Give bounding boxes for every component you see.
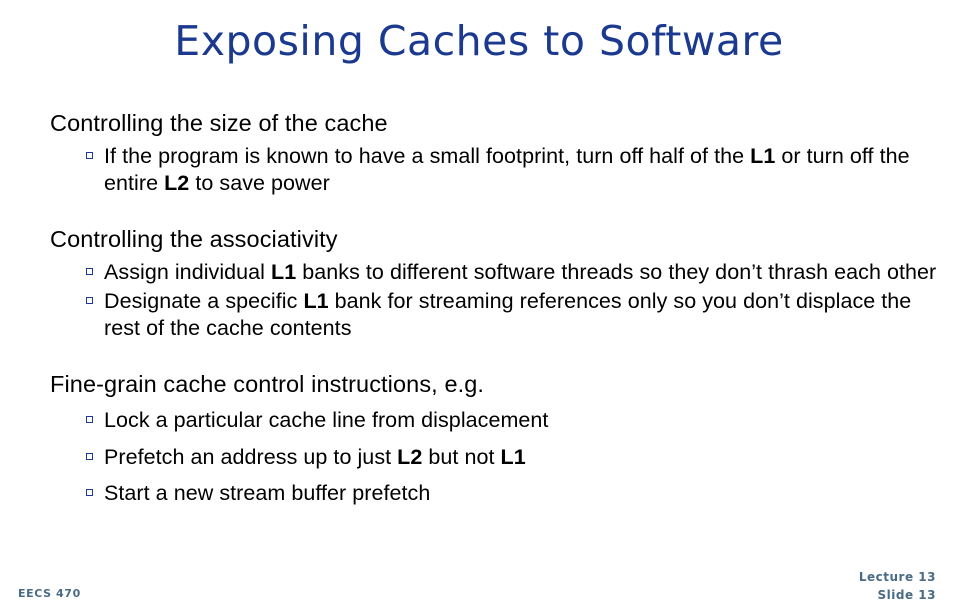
footer-course-label: EECS 470	[18, 587, 81, 600]
hollow-square-bullet-icon	[86, 151, 93, 159]
bullet-level2-text: If the program is known to have a small …	[104, 144, 910, 196]
bullet-level2-item: Designate a specific L1 bank for streami…	[86, 288, 938, 343]
bullet-group: Controlling the size of the cache If the …	[48, 110, 938, 198]
bullet-level2-item: Prefetch an address up to just L2 but no…	[86, 444, 938, 472]
bullet-level2-text: Prefetch an address up to just L2 but no…	[104, 445, 526, 469]
bullet-emphasis: L1	[271, 259, 297, 284]
bullet-level2-list: Assign individual L1 banks to different …	[48, 259, 938, 343]
bullet-emphasis: L2	[397, 444, 423, 469]
bullet-level2-text: Assign individual L1 banks to different …	[104, 260, 936, 284]
footer-slide-number: Slide 13	[877, 587, 936, 602]
bullet-emphasis: L2	[164, 171, 190, 196]
slide-body: Controlling the size of the cache If the …	[48, 110, 938, 517]
hollow-square-bullet-icon	[86, 415, 93, 423]
bullet-level1-heading: Controlling the size of the cache	[50, 110, 388, 136]
bullet-group: Controlling the associativity Assign indi…	[48, 226, 938, 343]
footer-lecture-label: Lecture 13	[858, 570, 936, 585]
hollow-square-bullet-icon	[86, 267, 93, 275]
slide-title: Exposing Caches to Software	[174, 17, 784, 65]
hollow-square-bullet-icon	[86, 296, 93, 304]
bullet-level1-heading: Controlling the associativity	[50, 226, 338, 253]
bullet-emphasis: L1	[750, 143, 776, 168]
bullet-text-run: Assign individual	[104, 259, 272, 284]
bullet-level1-heading: Fine-grain cache control instructions, e…	[50, 371, 485, 398]
bullet-level2-text: Lock a particular cache line from displa…	[104, 408, 548, 432]
hollow-square-bullet-icon	[86, 489, 93, 497]
bullet-text-run: Start a new stream buffer prefetch	[104, 481, 431, 506]
bullet-level2-item: If the program is known to have a small …	[86, 143, 938, 198]
bullet-emphasis: L1	[303, 288, 329, 313]
bullet-level2-list: Lock a particular cache line from displa…	[48, 407, 938, 508]
bullet-text-run: banks to different software threads so t…	[296, 259, 937, 284]
bullet-text-run: Designate a specific	[104, 288, 304, 313]
bullet-level2-item: Assign individual L1 banks to different …	[86, 259, 938, 287]
bullet-text-run: If the program is known to have a small …	[104, 143, 751, 168]
footer-lecture-info: Lecture 13 Slide 13	[859, 569, 936, 604]
bullet-emphasis: L1	[500, 444, 526, 469]
bullet-text-run: Lock a particular cache line from displa…	[104, 407, 549, 432]
bullet-text-run: but not	[422, 444, 501, 469]
bullet-group: Fine-grain cache control instructions, e…	[48, 371, 938, 508]
bullet-level2-text: Designate a specific L1 bank for streami…	[104, 289, 911, 341]
bullet-text-run: Prefetch an address up to just	[104, 444, 398, 469]
bullet-level2-item: Lock a particular cache line from displa…	[86, 407, 938, 435]
bullet-text-run: to save power	[189, 171, 330, 196]
slide-canvas: Exposing Caches to Software Controlling …	[0, 0, 958, 612]
bullet-level2-text: Start a new stream buffer prefetch	[104, 481, 430, 505]
hollow-square-bullet-icon	[86, 452, 93, 460]
bullet-level2-list: If the program is known to have a small …	[48, 143, 938, 198]
bullet-level2-item: Start a new stream buffer prefetch	[86, 480, 938, 508]
